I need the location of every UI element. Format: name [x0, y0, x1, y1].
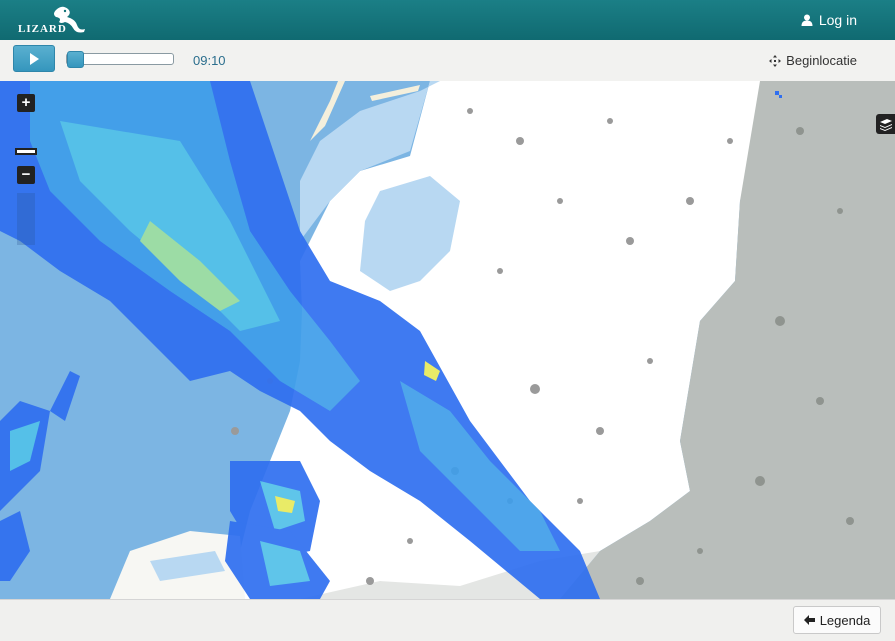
logo-text: LIZARD: [18, 23, 67, 35]
timeline-slider[interactable]: [66, 51, 174, 68]
user-icon: [801, 14, 813, 26]
zoom-slider-handle[interactable]: [15, 148, 37, 155]
bottom-bar: Legenda: [0, 599, 895, 641]
login-button[interactable]: Log in: [801, 12, 857, 28]
map-view[interactable]: + −: [0, 81, 895, 599]
animation-controls: 09:10 Beginlocatie: [0, 40, 895, 82]
login-label: Log in: [818, 12, 857, 28]
play-button[interactable]: [13, 45, 55, 72]
move-arrows-icon: [769, 54, 782, 67]
base-map: [0, 81, 895, 599]
layers-icon: [880, 119, 892, 131]
top-navbar: LIZARD Log in: [0, 0, 895, 40]
beginlocatie-label: Beginlocatie: [786, 53, 857, 68]
lizard-logo[interactable]: LIZARD: [16, 4, 96, 38]
legenda-button[interactable]: Legenda: [793, 606, 881, 634]
layers-button[interactable]: [876, 114, 895, 134]
beginlocatie-button[interactable]: Beginlocatie: [769, 53, 857, 68]
zoom-slider-track[interactable]: [17, 193, 35, 245]
zoom-out-button[interactable]: −: [17, 166, 35, 184]
zoom-in-button[interactable]: +: [17, 94, 35, 112]
legenda-label: Legenda: [819, 612, 871, 628]
arrow-left-icon: [803, 615, 815, 625]
current-time: 09:10: [193, 53, 226, 68]
timeline-handle[interactable]: [67, 51, 84, 68]
play-icon: [30, 53, 39, 65]
